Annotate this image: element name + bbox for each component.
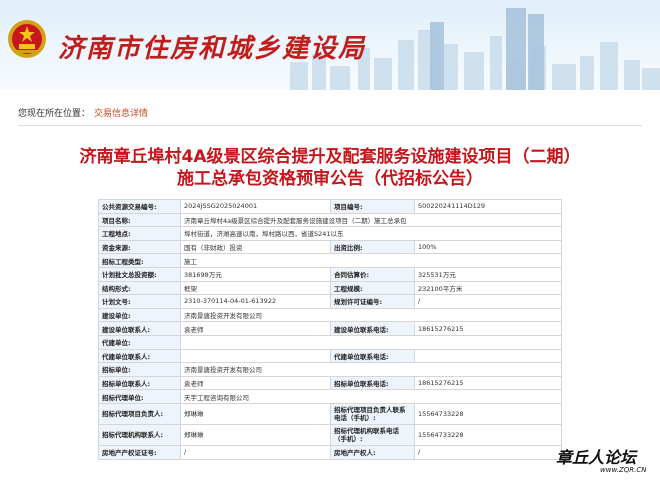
field-label: 公共资源交易编号: xyxy=(98,199,181,214)
field-label: 建设单位: xyxy=(98,307,181,323)
table-row: 工程地点: 埠村街道，济潍高速以南，埠村路以西，省道S241以东 xyxy=(98,226,562,241)
field-label: 建设单位联系人: xyxy=(98,321,181,336)
field-label: 建设单位联系电话: xyxy=(330,321,415,336)
field-label: 房地产产权证证号: xyxy=(98,444,181,460)
field-label: 招标单位: xyxy=(98,362,181,377)
table-row: 招标代理项目负责人: 郑琳琳 招标代理项目负责人联系电话（手机）: 155647332… xyxy=(98,402,562,425)
table-row: 建设单位联系人: 袁老师 建设单位联系电话: 18615276215 xyxy=(98,321,562,336)
notice-title: 济南章丘埠村4A级景区综合提升及配套服务设施建设项目（二期） 施工总承包资格预审… xyxy=(30,146,630,190)
table-row: 招标代理机构联系人: 郑琳琳 招标代理机构联系电话（手机）: 15564733228 xyxy=(98,423,562,446)
table-row: 公共资源交易编号: 2024JSSG2025024001 项目编号: S0022024… xyxy=(98,199,562,214)
field-label: 规划许可证编号: xyxy=(330,294,415,309)
table-row: 建设单位: 济南景唐投资开发有限公司 xyxy=(98,307,562,323)
breadcrumb-link[interactable]: 交易信息详情 xyxy=(94,109,148,119)
table-row: 项目名称: 济南章丘埠村4a级景区综合提升及配套服务设施建设项目（二期）施工总承包 xyxy=(98,212,562,228)
table-row: 招标单位联系人: 袁老师 招标单位联系电话: 18615276215 xyxy=(98,375,562,391)
field-label: 出资比例: xyxy=(330,239,415,255)
field-label: 房地产产权人: xyxy=(330,444,415,460)
project-info-table: 公共资源交易编号: 2024JSSG2025024001 项目编号: S0022024… xyxy=(98,199,562,460)
field-value: 15564733228 xyxy=(414,423,562,446)
national-emblem-icon xyxy=(8,20,46,58)
field-value: 施工 xyxy=(180,253,562,268)
site-banner: 济南市住房和城乡建设局 xyxy=(0,0,660,90)
field-value xyxy=(180,348,331,364)
watermark-url: www.ZQR.CN xyxy=(600,466,647,474)
field-value: 18615276215 xyxy=(414,375,562,391)
field-value: 232100平方米 xyxy=(414,280,562,296)
field-label: 招标代理项目负责人联系电话（手机）: xyxy=(330,402,415,425)
breadcrumb: 您现在所在位置： 交易信息详情 xyxy=(18,106,642,126)
field-value: 100% xyxy=(414,239,562,255)
field-value: 15564733228 xyxy=(414,402,562,425)
table-row: 代建单位联系人: 代建单位联系电话: xyxy=(98,348,562,364)
field-label: 结构形式: xyxy=(98,280,181,296)
field-label: 计划批文总投资额: xyxy=(98,266,181,282)
field-value: 郑琳琳 xyxy=(180,402,331,425)
table-row: 计划批文总投资额: 381698万元 合同估算价: 325531万元 xyxy=(98,266,562,282)
field-label: 招标代理机构联系人: xyxy=(98,423,181,446)
field-value: 2310-370114-04-01-613922 xyxy=(180,294,331,309)
field-value: 济南景唐投资开发有限公司 xyxy=(180,307,562,323)
table-row: 代建单位: xyxy=(98,334,562,350)
table-row: 招标单位: 济南景唐投资开发有限公司 xyxy=(98,362,562,377)
field-label: 招标工程类型: xyxy=(98,253,181,268)
watermark-text: 章丘人论坛 xyxy=(556,448,637,467)
field-label: 招标代理单位: xyxy=(98,389,181,404)
field-label: 工程规模: xyxy=(330,280,415,296)
field-value: 2024JSSG2025024001 xyxy=(180,199,331,214)
field-label: 合同估算价: xyxy=(330,266,415,282)
field-label: 项目编号: xyxy=(330,199,415,214)
field-value: 381698万元 xyxy=(180,266,331,282)
table-row: 房地产产权证证号: / 房地产产权人: / xyxy=(98,444,562,460)
table-row: 资金来源: 国有（非财政）投资 出资比例: 100% xyxy=(98,239,562,255)
field-value: / xyxy=(414,294,562,309)
table-row: 招标工程类型: 施工 xyxy=(98,253,562,268)
field-label: 计划文号: xyxy=(98,294,181,309)
notice-title-line2: 施工总承包资格预审公告（代招标公告） xyxy=(177,169,483,189)
field-label: 招标单位联系电话: xyxy=(330,375,415,391)
field-value: / xyxy=(180,444,331,460)
table-row: 招标代理单位: 天宇工程咨询有限公司 xyxy=(98,389,562,404)
field-value: 325531万元 xyxy=(414,266,562,282)
table-row: 结构形式: 框架 工程规模: 232100平方米 xyxy=(98,280,562,296)
field-value: S00220241114D129 xyxy=(414,199,562,214)
field-label: 工程地点: xyxy=(98,226,181,241)
site-title: 济南市住房和城乡建设局 xyxy=(58,34,367,64)
field-label: 代建单位联系电话: xyxy=(330,348,415,364)
field-label: 招标单位联系人: xyxy=(98,375,181,391)
field-value: 框架 xyxy=(180,280,331,296)
field-value: 天宇工程咨询有限公司 xyxy=(180,389,562,404)
breadcrumb-label: 您现在所在位置： xyxy=(18,109,91,119)
field-label: 资金来源: xyxy=(98,239,181,255)
field-label: 招标代理项目负责人: xyxy=(98,402,181,425)
field-value: 袁老师 xyxy=(180,321,331,336)
field-value: 国有（非财政）投资 xyxy=(180,239,331,255)
field-value xyxy=(414,348,562,364)
field-value: 济南章丘埠村4a级景区综合提升及配套服务设施建设项目（二期）施工总承包 xyxy=(180,212,562,228)
field-value: 18615276215 xyxy=(414,321,562,336)
field-label: 代建单位: xyxy=(98,334,181,350)
field-value xyxy=(180,334,562,350)
field-label: 招标代理机构联系电话（手机）: xyxy=(330,423,415,446)
field-label: 项目名称: xyxy=(98,212,181,228)
field-value: 袁老师 xyxy=(180,375,331,391)
notice-title-line1: 济南章丘埠村4A级景区综合提升及配套服务设施建设项目（二期） xyxy=(79,147,581,167)
field-value: / xyxy=(414,444,562,460)
forum-watermark: 章丘人论坛 www.ZQR.CN xyxy=(552,440,660,480)
field-value: 郑琳琳 xyxy=(180,423,331,446)
field-value: 济南景唐投资开发有限公司 xyxy=(180,362,562,377)
field-label: 代建单位联系人: xyxy=(98,348,181,364)
field-value: 埠村街道，济潍高速以南，埠村路以西，省道S241以东 xyxy=(180,226,562,241)
table-row: 计划文号: 2310-370114-04-01-613922 规划许可证编号: / xyxy=(98,294,562,309)
